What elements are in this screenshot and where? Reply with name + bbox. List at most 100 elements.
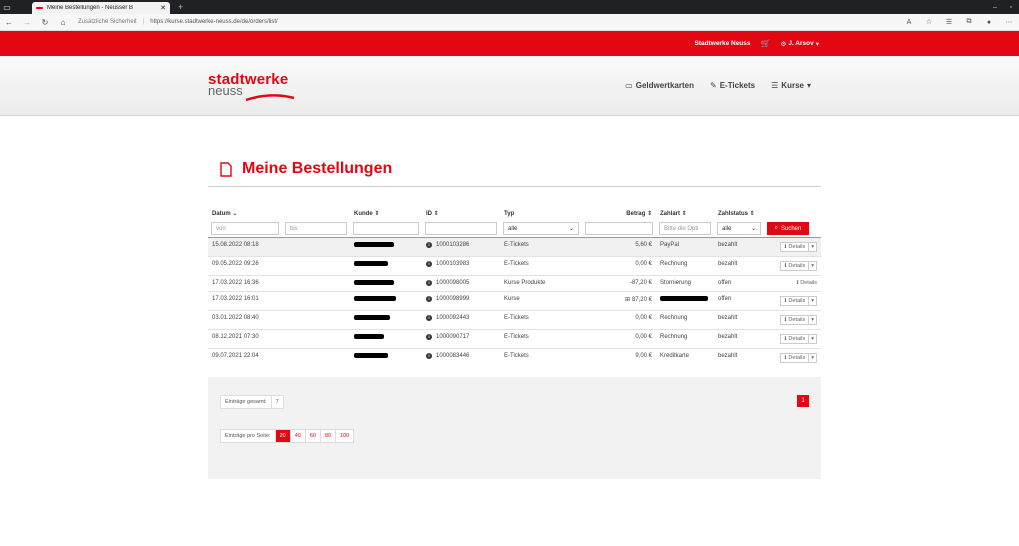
row-date: 08.12.2021 07:30 — [208, 329, 282, 349]
nav-etickets-label: E-Tickets — [719, 81, 756, 90]
date-to-input[interactable]: bis — [285, 222, 347, 235]
chevron-down-icon[interactable]: ▾ — [809, 263, 816, 269]
new-tab-icon[interactable]: + — [178, 2, 183, 12]
zahlart-filter-select[interactable]: Bitte die Opti — [659, 222, 711, 235]
zahlstatus-filter-select[interactable]: alle ⌄ — [717, 222, 761, 235]
row-typ: E-Tickets — [500, 310, 582, 330]
info-icon: ℹ — [784, 355, 787, 361]
row-date: 09.05.2022 09:26 — [208, 256, 282, 276]
page-1-button[interactable]: 1 — [797, 395, 809, 407]
tab-title: Meine Bestellungen - Neusser B — [47, 5, 134, 11]
chevron-down-icon[interactable]: ▾ — [809, 336, 816, 342]
forward-icon[interactable]: → — [18, 18, 36, 27]
table-row: 09.07.2021 22:04 i 1000083446 E-Tickets 9… — [208, 348, 821, 367]
collections-icon[interactable]: ⧉ — [959, 18, 979, 26]
info-icon[interactable]: i — [426, 315, 432, 321]
col-kunde[interactable]: Kunde ⇕ — [350, 207, 422, 220]
back-icon[interactable]: ← — [0, 18, 18, 27]
browser-addressbar: ← → ↻ ⌂ Zusätzliche Sicherheit | https:/… — [0, 14, 1019, 31]
profile-icon[interactable]: ● — [979, 19, 999, 26]
search-icon: ⌕ — [774, 225, 778, 231]
restore-icon[interactable]: ▫ — [1003, 4, 1019, 11]
url-field[interactable]: Zusätzliche Sicherheit | https://kurse.s… — [78, 16, 899, 28]
info-icon: ℹ — [784, 298, 787, 304]
redacted-kunde — [354, 315, 390, 320]
chevron-down-icon[interactable]: ▾ — [809, 244, 816, 250]
details-label: Details — [800, 280, 817, 286]
user-menu[interactable]: ⚙ J. Arsov ▾ — [780, 40, 819, 48]
nav-kurse[interactable]: ☰ Kurse ▾ — [771, 81, 811, 90]
details-label: Details — [788, 298, 806, 304]
info-icon[interactable]: i — [426, 242, 432, 248]
stadtwerke-logo[interactable]: stadtwerke neuss — [208, 72, 295, 102]
col-typ-label: Typ — [504, 210, 515, 217]
date-from-input[interactable]: von — [211, 222, 279, 235]
col-datum[interactable]: Datum ⌄ — [208, 207, 282, 220]
details-button[interactable]: ℹ Details ▾ — [780, 334, 817, 344]
info-icon[interactable]: i — [426, 261, 432, 267]
details-label: Details — [788, 336, 806, 342]
info-icon[interactable]: i — [426, 280, 432, 286]
row-id: 1000098005 — [436, 280, 470, 286]
row-zahlart: Rechnung — [660, 315, 688, 321]
col-betrag[interactable]: Betrag ⇕ — [582, 207, 656, 220]
document-icon — [220, 161, 232, 177]
reload-icon[interactable]: ↻ — [36, 18, 54, 27]
col-zahlart-label: Zahlart — [660, 211, 681, 217]
row-id: 1000098999 — [436, 296, 470, 302]
info-icon: ℹ — [796, 280, 799, 286]
window-menu-icon[interactable]: ▭ — [0, 0, 14, 14]
row-typ: E-Tickets — [500, 256, 582, 276]
per-page-option[interactable]: 80 — [321, 430, 337, 442]
col-zahlart[interactable]: Zahlart ⇕ — [656, 207, 714, 220]
details-button[interactable]: ℹ Details ▾ — [780, 296, 817, 306]
per-page-option[interactable]: 60 — [306, 430, 321, 442]
details-button[interactable]: ℹ Details ▾ — [780, 261, 817, 271]
row-zahlart: Stornierung — [660, 280, 692, 286]
row-date: 09.07.2021 22:04 — [208, 348, 282, 367]
id-filter-input[interactable] — [425, 222, 497, 235]
info-icon: ℹ — [784, 263, 787, 269]
details-link[interactable]: ℹ Details — [797, 280, 817, 286]
kunde-filter-input[interactable] — [353, 222, 419, 235]
details-button[interactable]: ℹ Details ▾ — [780, 315, 817, 325]
per-page-option[interactable]: 100 — [336, 430, 353, 442]
info-icon[interactable]: i — [426, 334, 432, 340]
row-typ: Kurse Produkte — [500, 275, 582, 292]
typ-filter-select[interactable]: alle ⌄ — [503, 222, 579, 235]
cart-icon[interactable]: 🛒 — [761, 39, 771, 48]
more-menu-icon[interactable]: ⋯ — [999, 18, 1019, 26]
details-label: Details — [788, 244, 806, 250]
chevron-down-icon[interactable]: ▾ — [809, 317, 816, 323]
betrag-filter-input[interactable] — [585, 222, 653, 235]
chevron-down-icon[interactable]: ▾ — [809, 298, 816, 304]
nav-etickets[interactable]: ✎ E-Tickets — [710, 81, 755, 90]
read-aloud-icon[interactable]: A — [899, 19, 919, 26]
info-icon[interactable]: i — [426, 353, 432, 359]
close-tab-icon[interactable]: ✕ — [160, 4, 166, 12]
nav-geldwertkarten[interactable]: ▭ Geldwertkarten — [625, 81, 694, 90]
favorite-star-icon[interactable]: ☆ — [919, 18, 939, 26]
main-content: Meine Bestellungen Datum ⌄ Kunde ⇕ ID ⇕ … — [208, 146, 821, 479]
favorites-list-icon[interactable]: ☰ — [939, 18, 959, 26]
per-page-option[interactable]: 20 — [275, 430, 291, 442]
col-id[interactable]: ID ⇕ — [422, 207, 500, 220]
info-icon[interactable]: i — [426, 296, 432, 302]
browser-tab[interactable]: Meine Bestellungen - Neusser B ✕ — [32, 2, 170, 14]
col-zahlstatus[interactable]: Zahlstatus ⇕ — [714, 207, 821, 220]
details-button[interactable]: ℹ Details ▾ — [780, 353, 817, 363]
row-date: 17.03.2022 16:01 — [208, 291, 282, 311]
details-button[interactable]: ℹ Details ▾ — [780, 242, 817, 252]
brand-link[interactable]: Stadtwerke Neuss — [695, 40, 751, 47]
browser-tabbar: ▭ Meine Bestellungen - Neusser B ✕ + – ▫ — [0, 0, 1019, 14]
table-footer: Einträge gesamt: 7 1 Einträge pro Seite:… — [208, 377, 821, 479]
minimize-icon[interactable]: – — [987, 4, 1003, 11]
site-header: stadtwerke neuss ▭ Geldwertkarten ✎ E-Ti… — [0, 56, 1019, 116]
per-page-label: Einträge pro Seite: — [221, 430, 276, 442]
row-betrag: 9,00 € — [635, 353, 652, 359]
chevron-down-icon[interactable]: ▾ — [809, 355, 816, 361]
site-topbar: Stadtwerke Neuss 🛒 ⚙ J. Arsov ▾ — [0, 31, 1019, 56]
search-button[interactable]: ⌕ Suchen — [767, 222, 809, 235]
home-icon[interactable]: ⌂ — [54, 18, 72, 27]
per-page-option[interactable]: 40 — [291, 430, 306, 442]
